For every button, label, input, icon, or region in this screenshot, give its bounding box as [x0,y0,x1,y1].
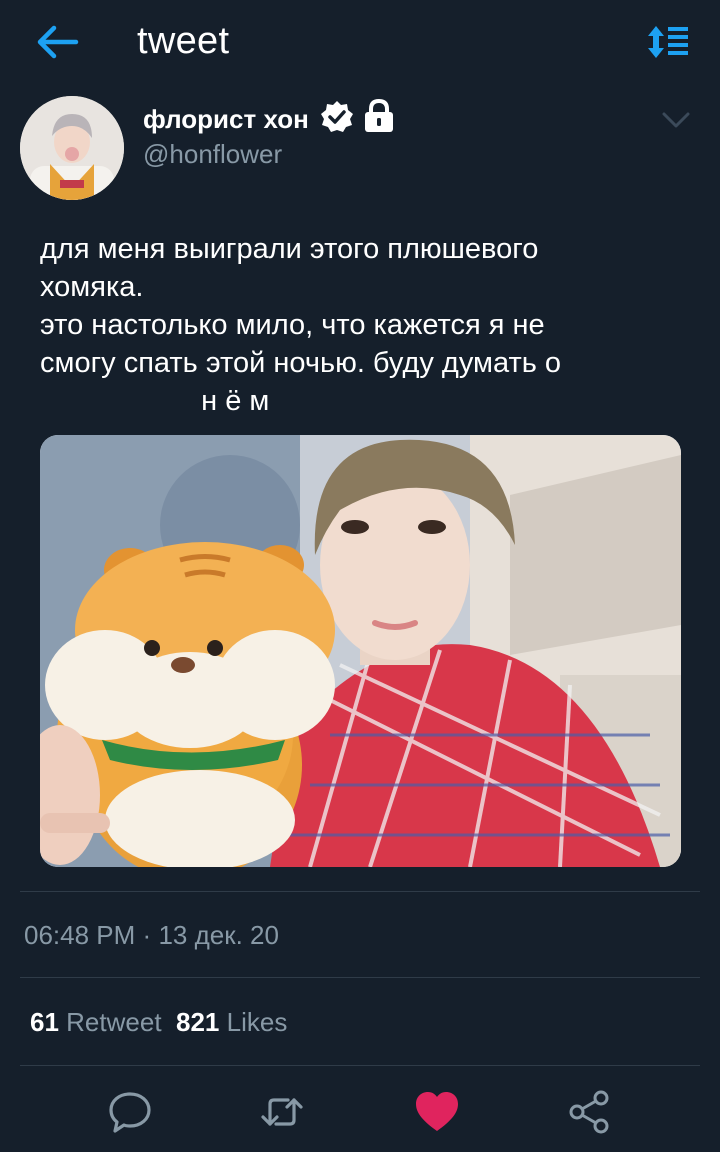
tweet-timestamp: 06:48 PM · 13 дек. 20 [24,920,279,951]
tweet-stats: 61 Retweet 821 Likes [30,1007,287,1038]
retweet-button[interactable] [258,1088,306,1136]
tweet-date: 13 дек. 20 [158,920,279,950]
more-options-button[interactable] [660,106,692,134]
share-button[interactable] [566,1088,614,1136]
like-count: 821 [176,1007,220,1037]
reply-button[interactable] [106,1088,154,1136]
author-handle[interactable]: @honflower [143,139,282,170]
chevron-down-icon [662,112,690,128]
sort-arrows-icon [648,26,688,58]
author-name[interactable]: флорист хон [143,104,309,135]
arrow-left-icon [37,25,79,59]
avatar[interactable] [20,96,124,200]
retweet-icon [261,1098,303,1126]
lock-icon [360,98,398,134]
retweet-count-link[interactable]: 61 Retweet [30,1007,162,1037]
tweet-text-line: н ё м [40,385,270,417]
like-button[interactable] [413,1088,461,1136]
meta-separator: · [142,920,152,950]
divider [20,891,700,892]
divider [20,977,700,978]
tweet-photo[interactable] [40,435,681,867]
like-label: Likes [226,1007,288,1037]
retweet-count: 61 [30,1007,59,1037]
tweet-time: 06:48 PM [24,920,136,950]
tweet-text-line: хомяка. [40,271,144,303]
like-count-link[interactable]: 821 Likes [176,1007,287,1037]
tweet-text-line: это настолько мило, что кажется я не [40,309,545,341]
verified-badge-icon [319,99,355,135]
page-title: tweet [137,20,230,62]
tweet-text: для меня выиграли этого плюшевого хомяка… [40,230,680,420]
tweet-text-line: для меня выиграли этого плюшевого [40,233,539,265]
back-button[interactable] [36,22,80,62]
avatar-photo [20,96,124,200]
retweet-label: Retweet [66,1007,162,1037]
top-bar: tweet [0,0,720,84]
tweet-text-line: смогу спать этой ночью. буду думать о [40,347,562,379]
reply-bubble-icon [109,1092,151,1133]
sort-button[interactable] [646,22,690,62]
heart-icon [416,1092,458,1131]
share-icon [569,1090,609,1134]
photo-image [40,435,681,867]
divider [20,1065,700,1066]
